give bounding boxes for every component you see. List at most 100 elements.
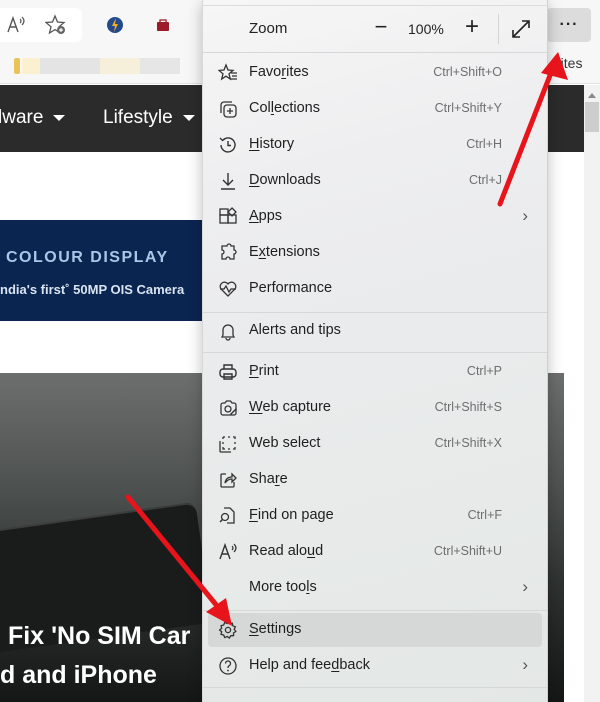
nav-item-label: Lifestyle xyxy=(103,107,173,128)
chevron-right-icon: › xyxy=(522,655,528,674)
chevron-right-icon: › xyxy=(522,577,528,596)
shortcut-label: Ctrl+P xyxy=(466,364,502,378)
menu-item-settings[interactable]: Settings xyxy=(208,613,542,647)
extension-bag-icon[interactable] xyxy=(151,13,175,37)
shortcut-label: Ctrl+Shift+S xyxy=(434,400,502,414)
menu-item-print[interactable]: Print Ctrl+P xyxy=(202,355,548,389)
menu-item-web-select[interactable]: Web select Ctrl+Shift+X xyxy=(202,427,548,461)
hero-title-line[interactable]: Fix 'No SIM Car xyxy=(8,622,190,651)
menu-item-label: History xyxy=(249,136,295,152)
shortcut-label: Ctrl+Shift+Y xyxy=(434,101,502,115)
banner-subtitle: ndia's first˚ 50MP OIS Camera xyxy=(0,282,185,297)
find-on-page-icon xyxy=(218,506,238,526)
ad-banner[interactable] xyxy=(0,220,202,321)
menu-item-find[interactable]: Find on page Ctrl+F xyxy=(202,499,548,533)
zoom-separator xyxy=(498,14,499,44)
fullscreen-icon xyxy=(512,20,530,38)
favorite-item-blurred[interactable] xyxy=(100,58,140,74)
shortcut-label: Ctrl+J xyxy=(469,173,502,187)
favorites-icon xyxy=(217,63,238,83)
downloads-icon xyxy=(218,171,238,191)
menu-item-performance[interactable]: Performance xyxy=(202,272,548,306)
caret-down-icon xyxy=(53,115,66,121)
shortcut-label: Ctrl+F xyxy=(467,508,502,522)
menu-divider xyxy=(203,687,547,688)
menu-item-read-aloud[interactable]: Read aloud Ctrl+Shift+U xyxy=(202,535,548,569)
settings-icon xyxy=(218,620,238,640)
menu-item-favorites[interactable]: Favorites Ctrl+Shift+O xyxy=(202,56,548,90)
scrollbar-thumb[interactable] xyxy=(585,102,599,132)
shortcut-label: Ctrl+H xyxy=(466,137,502,151)
zoom-label: Zoom xyxy=(249,20,288,37)
extension-bolt-icon[interactable] xyxy=(103,13,127,37)
favorite-folder-icon[interactable] xyxy=(14,58,20,74)
menu-divider xyxy=(203,52,547,53)
menu-item-help[interactable]: Help and feedback › xyxy=(202,649,548,683)
share-icon xyxy=(218,470,238,490)
caret-down-icon xyxy=(182,115,195,121)
hero-title-line[interactable]: d and iPhone xyxy=(0,661,157,690)
favorite-item-blurred[interactable] xyxy=(140,58,180,74)
chevron-right-icon: › xyxy=(522,206,528,225)
zoom-in-button[interactable]: + xyxy=(460,15,484,40)
shortcut-label: Ctrl+Shift+O xyxy=(433,65,502,79)
menu-divider xyxy=(203,610,547,611)
menu-item-label: Alerts and tips xyxy=(249,322,341,338)
performance-icon xyxy=(218,279,238,299)
menu-item-extensions[interactable]: Extensions xyxy=(202,236,548,270)
menu-item-alerts[interactable]: Alerts and tips xyxy=(202,314,548,348)
menu-item-label: Help and feedback xyxy=(249,657,370,673)
favorite-item-blurred[interactable] xyxy=(22,58,40,74)
menu-item-label: Find on page xyxy=(249,507,334,523)
menu-divider xyxy=(203,312,547,313)
nav-item-label: lware xyxy=(0,107,44,128)
menu-item-label: Web capture xyxy=(249,399,331,415)
page-scrollbar[interactable] xyxy=(584,85,600,702)
apps-icon xyxy=(218,207,238,227)
menu-item-collections[interactable]: Collections Ctrl+Shift+Y xyxy=(202,92,548,126)
menu-item-history[interactable]: History Ctrl+H xyxy=(202,128,548,162)
zoom-level: 100% xyxy=(408,21,444,37)
shortcut-label: Ctrl+Shift+X xyxy=(434,436,502,450)
settings-and-more-button[interactable]: ··· xyxy=(547,8,591,42)
menu-item-label: More tools xyxy=(249,579,317,595)
menu-item-label: Downloads xyxy=(249,172,321,188)
menu-item-label: Web select xyxy=(249,435,321,451)
menu-divider xyxy=(203,352,547,353)
read-aloud-icon xyxy=(218,542,238,562)
favorite-item-blurred[interactable] xyxy=(40,58,100,74)
scroll-up-arrow-icon[interactable] xyxy=(588,93,596,98)
menu-item-label: Print xyxy=(249,363,279,379)
menu-item-label: Favorites xyxy=(249,64,309,80)
menu-item-downloads[interactable]: Downloads Ctrl+J xyxy=(202,164,548,198)
menu-item-label: Performance xyxy=(249,280,333,296)
banner-title: COLOUR DISPLAY xyxy=(6,249,169,266)
menu-item-apps[interactable]: Apps › xyxy=(202,200,548,234)
nav-item-lifestyle[interactable]: Lifestyle xyxy=(103,107,195,129)
menu-item-label: Collections xyxy=(249,100,320,116)
menu-item-share[interactable]: Share xyxy=(202,463,548,497)
shortcut-label: Ctrl+Shift+U xyxy=(433,544,502,558)
fullscreen-button[interactable] xyxy=(508,16,534,42)
extensions-icon xyxy=(218,243,238,263)
add-favorite-icon[interactable] xyxy=(44,13,68,37)
favorites-bar-label[interactable]: rites xyxy=(556,55,582,71)
help-icon xyxy=(218,656,238,676)
menu-item-more-tools[interactable]: More tools › xyxy=(202,571,548,605)
web-capture-icon xyxy=(218,398,238,418)
menu-divider xyxy=(202,0,548,6)
bell-icon xyxy=(218,321,238,341)
menu-item-web-capture[interactable]: Web capture Ctrl+Shift+S xyxy=(202,391,548,425)
read-aloud-icon[interactable] xyxy=(5,13,29,37)
menu-item-label: Settings xyxy=(249,621,302,637)
collections-icon xyxy=(218,99,238,119)
print-icon xyxy=(218,362,238,382)
menu-item-label: Apps xyxy=(249,208,283,224)
nav-item-software[interactable]: lware xyxy=(0,107,66,129)
menu-item-label: Extensions xyxy=(249,244,320,260)
zoom-out-button[interactable]: − xyxy=(369,16,393,40)
menu-item-label: Share xyxy=(249,471,288,487)
web-select-icon xyxy=(218,434,238,454)
history-icon xyxy=(218,135,238,155)
menu-item-label: Read aloud xyxy=(249,543,324,559)
